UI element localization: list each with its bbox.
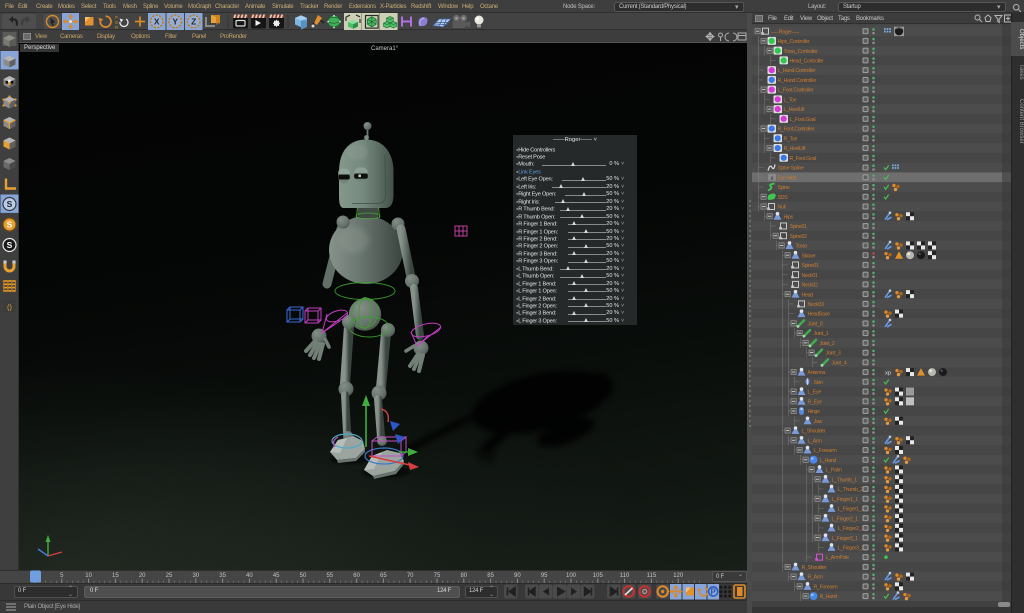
- svg-text:SDS: SDS: [778, 195, 789, 201]
- svg-text:R_Foot.Controller: R_Foot.Controller: [778, 127, 815, 133]
- svg-text:Hips_Controller: Hips_Controller: [778, 39, 811, 45]
- svg-text:75: 75: [434, 573, 441, 579]
- svg-text:L_HeelLift: L_HeelLift: [784, 107, 806, 113]
- svg-text:R_Shoulder: R_Shoulder: [802, 565, 827, 571]
- svg-text:(): (): [7, 305, 12, 312]
- svg-text:100: 100: [566, 573, 577, 579]
- svg-text:S: S: [7, 240, 13, 250]
- svg-text:95: 95: [541, 573, 548, 579]
- svg-text:Jaw: Jaw: [814, 419, 823, 425]
- svg-text:90: 90: [514, 573, 521, 579]
- svg-text:5: 5: [60, 573, 64, 579]
- svg-text:30: 30: [192, 573, 199, 579]
- svg-text:Joint_4: Joint_4: [832, 360, 847, 366]
- svg-text:L_Finger3_1: L_Finger3_1: [832, 536, 859, 542]
- svg-text:Skin: Skin: [814, 380, 823, 386]
- svg-text:R_Eye: R_Eye: [808, 399, 823, 405]
- svg-text:Head: Head: [802, 292, 814, 298]
- svg-text:65: 65: [380, 573, 387, 579]
- svg-text:Joint_2: Joint_2: [820, 341, 835, 347]
- svg-text:80: 80: [460, 573, 467, 579]
- svg-text:R_Arm: R_Arm: [808, 575, 823, 581]
- svg-text:HeadBase: HeadBase: [808, 312, 831, 318]
- svg-text:R_Hand: R_Hand: [820, 594, 838, 600]
- svg-text:Neck01: Neck01: [802, 273, 818, 279]
- svg-text:L_ArmPole: L_ArmPole: [826, 555, 850, 561]
- svg-text:L_Hand: L_Hand: [820, 458, 837, 464]
- svg-text:Torso: Torso: [796, 244, 808, 250]
- svg-text:Neck02: Neck02: [802, 283, 818, 289]
- svg-text:Z: Z: [191, 17, 196, 27]
- svg-text:50: 50: [300, 573, 307, 579]
- svg-text:L_Foot.Goal: L_Foot.Goal: [790, 117, 816, 123]
- svg-text:P: P: [711, 587, 717, 596]
- svg-text:L_Finger1_1: L_Finger1_1: [832, 497, 859, 503]
- svg-text:S: S: [7, 220, 13, 230]
- svg-text:R_Forearm: R_Forearm: [814, 584, 838, 590]
- svg-text:45: 45: [273, 573, 280, 579]
- svg-text:35: 35: [219, 573, 226, 579]
- svg-text:105: 105: [593, 573, 604, 579]
- svg-text:55: 55: [326, 573, 333, 579]
- svg-text:Sticker: Sticker: [802, 253, 817, 259]
- svg-text:xp: xp: [885, 371, 891, 377]
- svg-text:S: S: [7, 199, 13, 209]
- svg-text:115: 115: [647, 573, 657, 579]
- svg-text:R_HeelLift: R_HeelLift: [784, 146, 807, 152]
- svg-text:L_Forearm: L_Forearm: [814, 448, 837, 454]
- svg-text:120: 120: [673, 573, 684, 579]
- svg-text:Y: Y: [172, 17, 178, 27]
- svg-text:Spine01: Spine01: [790, 224, 808, 230]
- svg-text:Spine02: Spine02: [790, 234, 808, 240]
- svg-text:10: 10: [85, 573, 92, 579]
- svg-text:Head_Controller: Head_Controller: [790, 58, 825, 64]
- svg-text:20: 20: [139, 573, 146, 579]
- svg-text:Spine Spline: Spine Spline: [778, 166, 804, 172]
- svg-text:40: 40: [246, 573, 253, 579]
- svg-text:L_Foot.Controller: L_Foot.Controller: [778, 88, 814, 94]
- svg-text:Spine: Spine: [778, 185, 790, 191]
- svg-text:Joint_3: Joint_3: [826, 351, 841, 357]
- svg-text:x: x: [771, 176, 774, 182]
- svg-text:Joint_0: Joint_0: [808, 321, 823, 327]
- svg-text:Torso_Controller: Torso_Controller: [784, 49, 819, 55]
- svg-text:L_Thumb_2: L_Thumb_2: [838, 487, 864, 493]
- svg-text:L_Hand.Controller: L_Hand.Controller: [778, 68, 816, 74]
- svg-text:L_Shoulder: L_Shoulder: [802, 429, 827, 435]
- svg-text:110: 110: [620, 573, 630, 579]
- svg-text:60: 60: [353, 573, 360, 579]
- svg-text:L_Arm: L_Arm: [808, 438, 822, 444]
- svg-text:Null: Null: [778, 205, 786, 211]
- svg-text:Eye Hide: Eye Hide: [778, 175, 797, 181]
- svg-text:Hinge: Hinge: [808, 409, 821, 415]
- svg-text:L_Palm: L_Palm: [826, 468, 842, 474]
- svg-text:Spine01: Spine01: [802, 263, 820, 269]
- svg-text:L_Finger3_2: L_Finger3_2: [838, 545, 865, 551]
- svg-text:L_Finger2_1: L_Finger2_1: [832, 516, 859, 522]
- svg-text:Antenna: Antenna: [808, 370, 826, 376]
- svg-text:70: 70: [407, 573, 414, 579]
- svg-text:R_Foot.Goal: R_Foot.Goal: [790, 156, 817, 162]
- svg-text:25: 25: [166, 573, 173, 579]
- svg-text:L_Eye: L_Eye: [808, 390, 822, 396]
- svg-text:-----Roger-----: -----Roger-----: [772, 29, 800, 35]
- svg-text:L_Toe: L_Toe: [784, 97, 797, 103]
- svg-text:L_Finger1_2: L_Finger1_2: [838, 507, 865, 513]
- svg-text:Joint_1: Joint_1: [814, 331, 829, 337]
- svg-text:R_Hand.Controller: R_Hand.Controller: [778, 78, 817, 84]
- svg-text:Hips: Hips: [784, 214, 794, 220]
- svg-text:Neck03: Neck03: [808, 302, 824, 308]
- svg-text:L_Finger2_2: L_Finger2_2: [838, 526, 865, 532]
- svg-text:15: 15: [112, 573, 119, 579]
- svg-text:X: X: [154, 17, 160, 27]
- svg-text:L_Thumb_1: L_Thumb_1: [832, 477, 858, 483]
- svg-text:R_Toe: R_Toe: [784, 136, 798, 142]
- svg-text:85: 85: [487, 573, 494, 579]
